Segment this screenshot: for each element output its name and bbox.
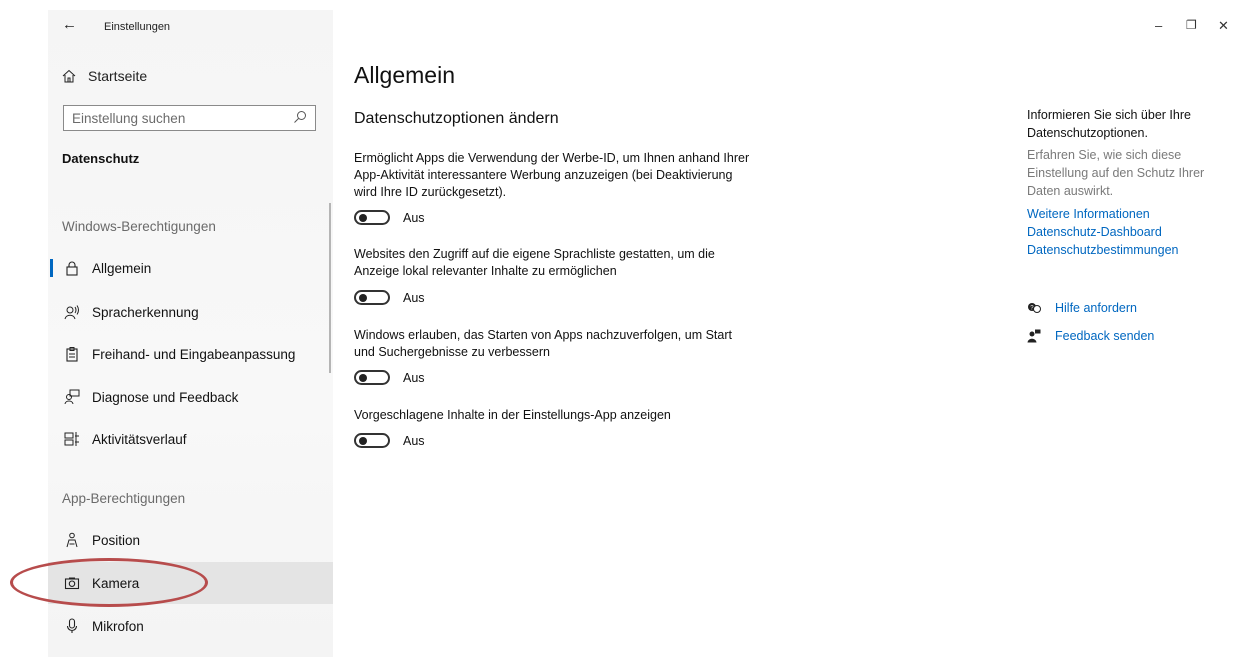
back-arrow-icon[interactable]: ← (62, 16, 77, 33)
privacy-links: Weitere Informationen Datenschutz-Dashbo… (1027, 205, 1227, 259)
toggle-knob (359, 213, 367, 222)
sidebar-item-label: Allgemein (92, 260, 152, 276)
feedback-person-icon (64, 389, 80, 405)
toggle-advertising-id[interactable]: Aus (354, 210, 425, 225)
home-icon (62, 69, 76, 83)
title-bar: ← Einstellungen (48, 10, 333, 44)
home-label: Startseite (88, 68, 148, 84)
microphone-icon (66, 618, 78, 633)
sidebar-scrollbar[interactable] (329, 203, 331, 373)
close-icon[interactable]: ✕ (1218, 18, 1229, 34)
link-more-info[interactable]: Weitere Informationen (1027, 205, 1227, 223)
toggle-knob (359, 436, 367, 445)
settings-sidebar: ← Einstellungen Startseite Datenschutz W… (48, 10, 333, 657)
sidebar-item-kamera[interactable]: Kamera (48, 562, 333, 604)
sidebar-item-label: Mikrofon (92, 618, 144, 634)
settings-search[interactable] (63, 105, 316, 131)
sidebar-item-freihand[interactable]: Freihand- und Eingabeanpassung (48, 334, 333, 374)
toggle-knob (359, 293, 367, 302)
location-person-icon (66, 532, 78, 548)
toggle-switch[interactable] (354, 370, 390, 385)
sidebar-item-label: Position (92, 532, 141, 548)
link-privacy-statement[interactable]: Datenschutzbestimmungen (1027, 241, 1227, 259)
toggle-state-label: Aus (403, 290, 425, 305)
help-icon: ? (1028, 303, 1041, 313)
restore-icon[interactable]: ❐ (1186, 18, 1197, 32)
toggle-switch[interactable] (354, 433, 390, 448)
get-help-label: Hilfe anfordern (1055, 301, 1137, 315)
toggle-state-label: Aus (403, 433, 425, 448)
toggle-suggested-content[interactable]: Aus (354, 433, 425, 448)
speech-icon (64, 305, 79, 320)
sidebar-item-diagnose[interactable]: Diagnose und Feedback (48, 377, 333, 417)
send-feedback-link[interactable]: Feedback senden (1027, 329, 1154, 343)
toggle-app-launch-tracking[interactable]: Aus (354, 370, 425, 385)
sidebar-item-spracherkennung[interactable]: Spracherkennung (48, 292, 333, 332)
sidebar-item-label: Kamera (92, 575, 140, 591)
toggle-state-label: Aus (403, 370, 425, 385)
option-description-advertising-id: Ermöglicht Apps die Verwendung der Werbe… (354, 151, 750, 199)
privacy-info-description: Erfahren Sie, wie sich diese Einstellung… (1027, 148, 1205, 198)
sidebar-item-aktivitaetsverlauf[interactable]: Aktivitätsverlauf (48, 419, 333, 459)
toggle-state-label: Aus (403, 210, 425, 225)
home-link[interactable]: Startseite (62, 68, 147, 84)
send-feedback-label: Feedback senden (1055, 329, 1155, 343)
link-privacy-dashboard[interactable]: Datenschutz-Dashboard (1027, 223, 1227, 241)
sidebar-item-mikrofon[interactable]: Mikrofon (48, 606, 333, 646)
toggle-knob (359, 373, 367, 382)
toggle-language-list[interactable]: Aus (354, 290, 425, 305)
toggle-switch[interactable] (354, 210, 390, 225)
page-title: Allgemein (354, 62, 455, 88)
clipboard-icon (66, 347, 78, 362)
app-title: Einstellungen (104, 21, 171, 33)
camera-icon (64, 577, 80, 590)
privacy-info-heading: Informieren Sie sich über Ihre Datenschu… (1027, 108, 1191, 140)
option-description-language-list: Websites den Zugriff auf die eigene Spra… (354, 247, 715, 278)
sidebar-item-label: Freihand- und Eingabeanpassung (92, 346, 296, 362)
section-title: Datenschutz (62, 151, 140, 166)
sidebar-item-label: Diagnose und Feedback (92, 389, 239, 405)
group-windows-permissions: Windows-Berechtigungen (62, 219, 216, 234)
lock-icon (66, 261, 78, 276)
section-subtitle: Datenschutzoptionen ändern (354, 110, 559, 127)
sidebar-item-position[interactable]: Position (48, 520, 333, 560)
option-description-suggested-content: Vorgeschlagene Inhalte in der Einstellun… (354, 408, 671, 422)
sidebar-item-allgemein[interactable]: Allgemein (48, 248, 333, 288)
timeline-icon (64, 432, 79, 446)
sidebar-item-label: Aktivitätsverlauf (92, 431, 187, 447)
group-app-permissions: App-Berechtigungen (62, 491, 186, 506)
search-icon[interactable] (293, 110, 307, 124)
minimize-icon[interactable]: – (1155, 18, 1162, 33)
sidebar-item-label: Spracherkennung (92, 304, 199, 320)
get-help-link[interactable]: ? Hilfe anfordern (1027, 301, 1137, 315)
feedback-icon (1027, 329, 1041, 343)
toggle-switch[interactable] (354, 290, 390, 305)
search-input[interactable] (64, 106, 290, 130)
option-description-app-launch-tracking: Windows erlauben, das Starten von Apps n… (354, 328, 732, 359)
